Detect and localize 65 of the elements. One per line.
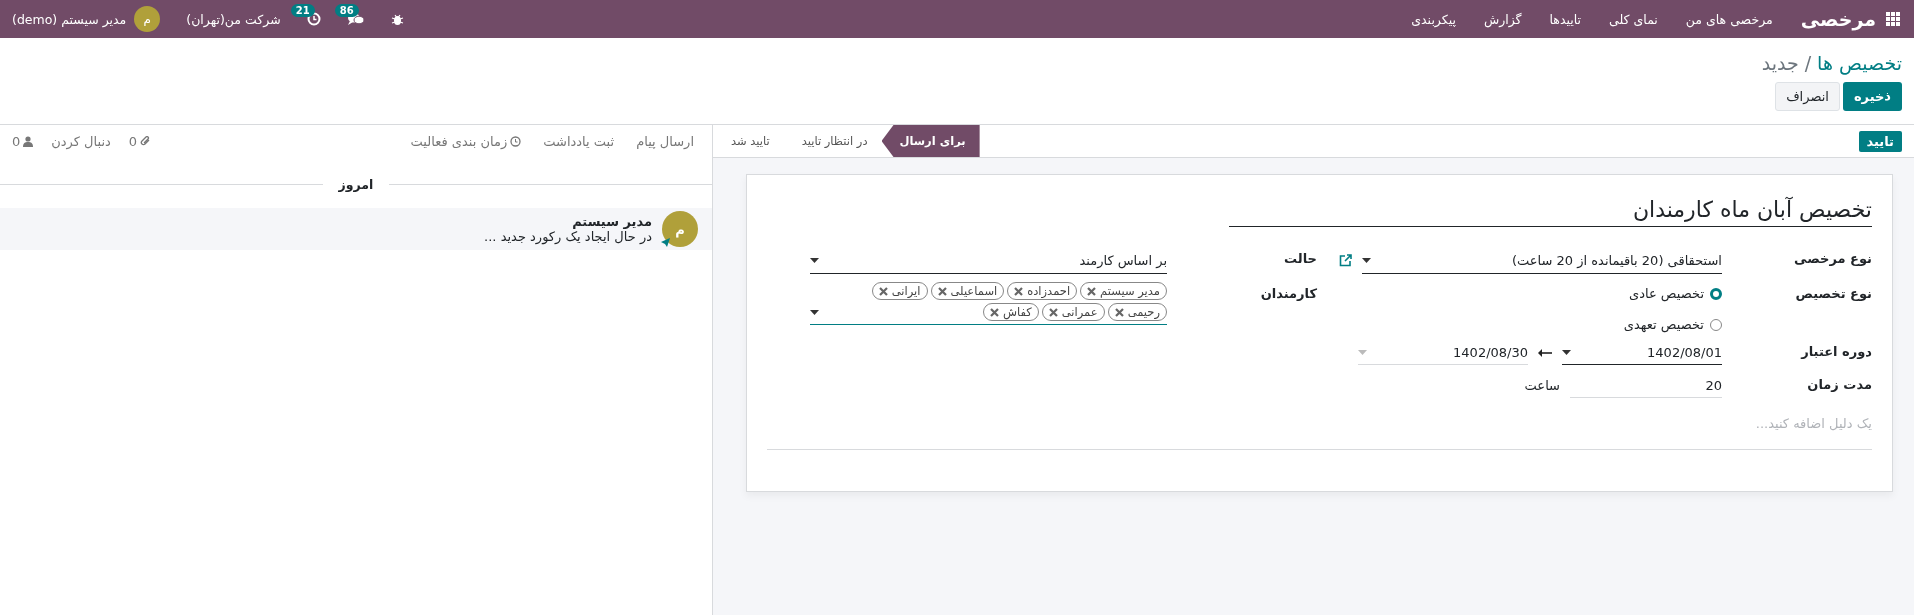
field-label: دوره اعتبار: [1799, 343, 1872, 361]
caret-icon: [810, 309, 819, 315]
company-switcher[interactable]: شرکت من(تهران): [186, 11, 281, 27]
send-message-button[interactable]: ارسال پیام: [636, 133, 694, 149]
remove-icon[interactable]: [989, 307, 999, 317]
radio-label[interactable]: تخصیص عادی: [1629, 286, 1704, 301]
external-link-icon[interactable]: [1339, 254, 1352, 267]
paperclip-icon: [140, 135, 152, 147]
duration-field[interactable]: 20: [1570, 373, 1722, 398]
remove-icon[interactable]: [1087, 286, 1097, 296]
plane-icon: [660, 237, 671, 248]
menu-item[interactable]: گزارش: [1483, 11, 1522, 27]
schedule-activity-button[interactable]: زمان بندی فعالیت: [410, 133, 508, 149]
confirm-button[interactable]: تایید: [1858, 130, 1902, 152]
field-label: حالت: [1283, 250, 1317, 268]
caret-icon: [810, 257, 819, 263]
save-button[interactable]: ذخیره: [1842, 81, 1902, 111]
field-label: کارمندان: [1259, 285, 1317, 303]
message-body: در حال ایجاد یک رکورد جدید ...: [484, 229, 652, 244]
field-label: نوع تخصیص: [1794, 285, 1872, 303]
attachment-count[interactable]: 0: [128, 133, 138, 149]
unit-label: ساعت: [1524, 378, 1560, 393]
remove-icon[interactable]: [1014, 286, 1024, 296]
message-author: مدیر سیستم: [571, 214, 652, 229]
radio-label[interactable]: تخصیص تعهدی: [1623, 317, 1704, 332]
date-separator: امروز: [338, 177, 374, 192]
menu-item[interactable]: تاییدها: [1549, 11, 1582, 27]
arrow-icon: [1538, 348, 1552, 357]
bug-icon[interactable]: [390, 12, 404, 26]
person-icon: [23, 135, 34, 147]
menu-item[interactable]: مرخصی های من: [1685, 11, 1773, 27]
activity-count-badge: 21: [290, 4, 315, 17]
menu-item[interactable]: پیکربندی: [1411, 11, 1456, 27]
employees-field[interactable]: مدیر سیستم احمدزاده اسماعیلی ایرانی رحیمی عمرانی کفاش: [810, 282, 1167, 325]
radio-button[interactable]: [1710, 287, 1722, 300]
breadcrumb-current: جدید: [1761, 51, 1799, 74]
author-avatar: م: [662, 211, 698, 247]
caret-icon: [1358, 349, 1367, 355]
status-step[interactable]: برای ارسال: [881, 125, 980, 157]
remove-icon[interactable]: [937, 286, 947, 296]
follow-button[interactable]: دنبال کردن: [51, 133, 111, 149]
user-name[interactable]: مدیر سیستم (demo): [12, 11, 127, 27]
end-date-field[interactable]: 1402/08/30: [1358, 340, 1528, 365]
app-name[interactable]: مرخصی: [1800, 8, 1876, 30]
field-label: مدت زمان: [1806, 376, 1872, 394]
caret-icon: [1362, 257, 1371, 263]
clock-icon: [510, 135, 522, 147]
start-date-field[interactable]: 1402/08/01: [1562, 340, 1722, 365]
breadcrumb-link[interactable]: تخصیص ها: [1817, 51, 1902, 74]
remove-icon[interactable]: [1114, 307, 1124, 317]
leave-type-select[interactable]: استحقاقی (20 باقیمانده از 20 ساعت): [1362, 247, 1722, 274]
clock-icon[interactable]: [306, 12, 321, 26]
follower-count[interactable]: 0: [12, 133, 21, 149]
apps-grid-icon[interactable]: [1886, 12, 1900, 26]
discard-button[interactable]: انصراف: [1775, 81, 1840, 111]
remove-icon[interactable]: [878, 286, 888, 296]
field-label: نوع مرخصی: [1793, 250, 1872, 268]
message-count-badge: 86: [334, 4, 359, 17]
title-field[interactable]: تخصیص آبان ماه کارمندان: [1229, 197, 1872, 227]
mode-select[interactable]: بر اساس کارمند: [810, 247, 1167, 274]
remove-icon[interactable]: [1048, 307, 1058, 317]
log-note-button[interactable]: ثبت یادداشت: [543, 133, 615, 149]
breadcrumb-separator: /: [1804, 51, 1812, 74]
caret-icon: [1562, 349, 1571, 355]
menu-item[interactable]: نمای کلی: [1609, 11, 1658, 27]
